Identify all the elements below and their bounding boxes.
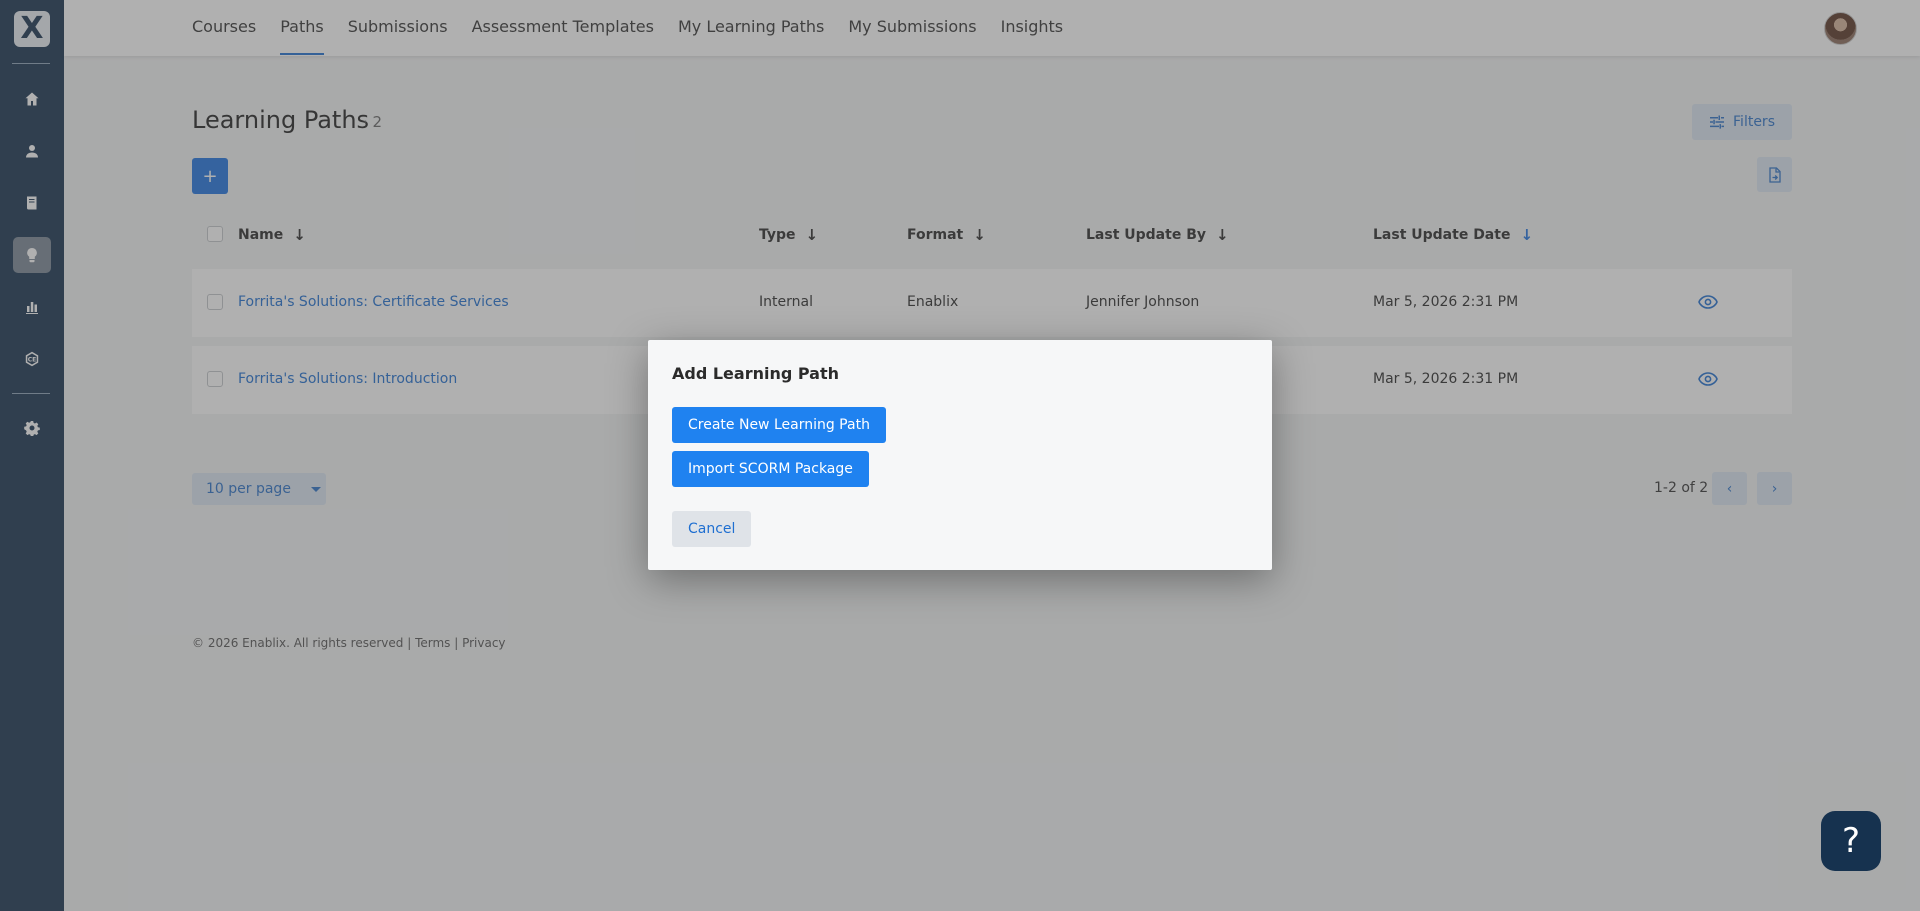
- cancel-button[interactable]: Cancel: [672, 511, 752, 547]
- add-learning-path-dialog: Add Learning Path Create New Learning Pa…: [648, 340, 1272, 570]
- dialog-title: Add Learning Path: [672, 364, 840, 383]
- help-button[interactable]: ?: [1821, 811, 1881, 871]
- import-scorm-package-button[interactable]: Import SCORM Package: [672, 451, 869, 487]
- create-new-learning-path-button[interactable]: Create New Learning Path: [672, 407, 886, 443]
